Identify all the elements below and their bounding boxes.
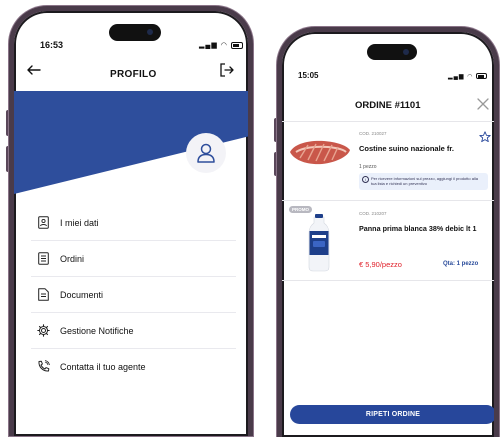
menu-item-notifications[interactable]: Gestione Notifiche	[31, 313, 236, 349]
product-code: COD. 210207	[359, 211, 387, 216]
promo-badge: PROMO	[289, 206, 313, 213]
menu-item-my-data[interactable]: I miei dati	[31, 205, 236, 241]
id-card-icon	[37, 216, 50, 229]
status-icons: ▂▄▆ ◠	[448, 73, 488, 80]
product-quantity: 1 pezzo	[359, 164, 377, 170]
wifi-icon: ◠	[467, 74, 474, 80]
product-name: Panna prima blanca 38% debic lt 1	[359, 224, 477, 233]
menu-item-label: Contatta il tuo agente	[60, 361, 146, 372]
menu-item-label: Ordini	[60, 253, 85, 264]
signal-icon: ▂▄▆	[448, 74, 465, 80]
status-icons: ▂▄▆ ◠	[199, 41, 243, 49]
menu-item-orders[interactable]: Ordini	[31, 241, 236, 277]
user-icon	[197, 143, 215, 163]
profile-menu: I miei dati Ordini Documenti Gestione No…	[31, 205, 236, 384]
order-phone: 15:05 ▂▄▆ ◠ ORDINE #1101 COD. 210027 Cos…	[277, 27, 499, 437]
close-button[interactable]	[476, 97, 490, 111]
arrow-left-icon	[27, 65, 41, 75]
battery-icon	[230, 41, 243, 49]
gear-icon	[37, 324, 50, 337]
product-image-cream	[308, 214, 330, 272]
repeat-order-button[interactable]: RIPETI ORDINE	[290, 405, 494, 424]
price-info-box: i Per ricevere informazioni sul prezzo, …	[359, 173, 488, 190]
dynamic-island	[367, 44, 417, 60]
profile-phone: 16:53 ▂▄▆ ◠ PROFILO I miei dati Ordini D…	[9, 6, 253, 436]
product-divider	[282, 280, 494, 281]
product-quantity: Qta: 1 pezzo	[443, 261, 479, 267]
avatar[interactable]	[186, 133, 226, 173]
page-title: ORDINE #1101	[355, 100, 421, 111]
product-card[interactable]: PROMO COD. 210207 Panna prima blanca 38%…	[282, 201, 494, 279]
product-code: COD. 210027	[359, 131, 387, 136]
menu-item-contact-agent[interactable]: Contatta il tuo agente	[31, 349, 236, 384]
receipt-icon	[37, 252, 50, 265]
logout-icon	[220, 63, 234, 77]
product-price: € 5,90/pezzo	[359, 260, 402, 269]
logout-button[interactable]	[219, 62, 235, 78]
menu-item-label: Gestione Notifiche	[60, 325, 134, 336]
menu-item-documents[interactable]: Documenti	[31, 277, 236, 313]
status-time: 15:05	[298, 71, 319, 80]
close-icon	[477, 98, 489, 110]
page-title: PROFILO	[110, 69, 157, 80]
favorite-button[interactable]	[479, 130, 491, 148]
price-info-text: Per ricevere informazioni sul prezzo, ag…	[371, 176, 478, 186]
status-time: 16:53	[40, 40, 64, 50]
phone-icon	[37, 360, 50, 373]
star-icon	[479, 131, 491, 143]
info-icon: i	[362, 176, 369, 183]
menu-item-label: Documenti	[60, 289, 104, 300]
menu-item-label: I miei dati	[60, 217, 99, 228]
product-card[interactable]: COD. 210027 Costine suino nazionale fr. …	[282, 122, 494, 198]
document-icon	[37, 288, 50, 301]
product-name: Costine suino nazionale fr.	[359, 144, 455, 153]
product-image-ribs	[290, 140, 350, 165]
dynamic-island	[109, 24, 161, 41]
battery-icon	[476, 73, 488, 80]
wifi-icon: ◠	[220, 42, 228, 49]
back-button[interactable]	[26, 62, 42, 78]
signal-icon: ▂▄▆	[199, 42, 218, 49]
